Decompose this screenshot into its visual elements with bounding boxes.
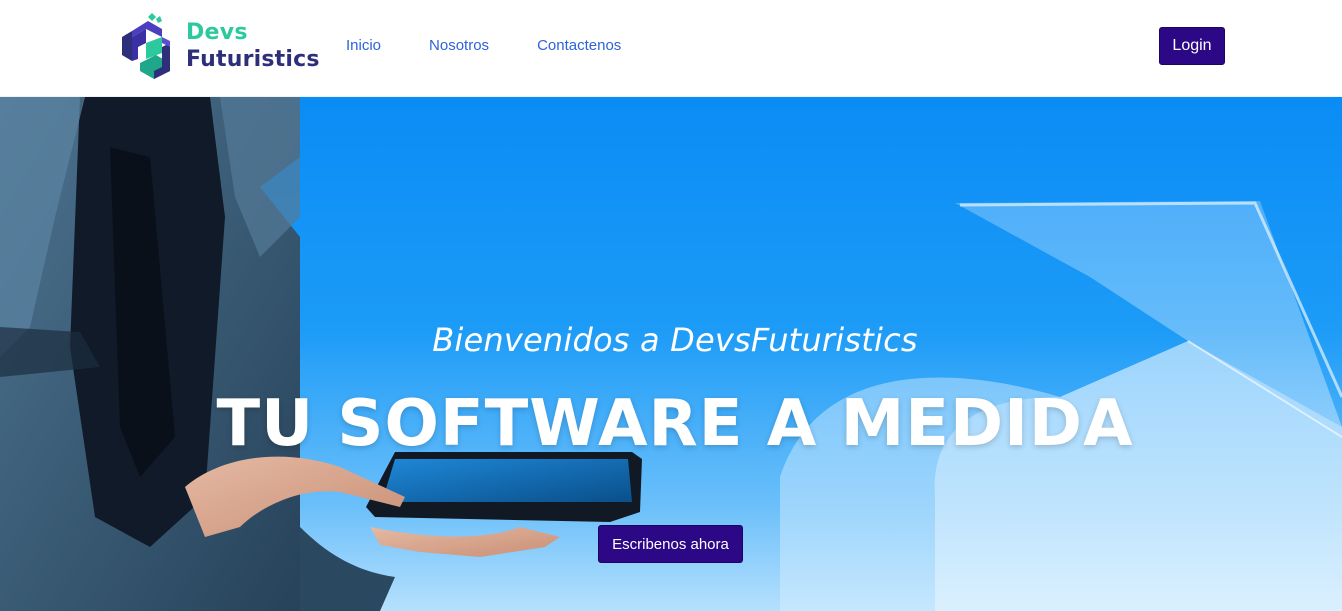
brand-logo[interactable]: Devs Futuristics xyxy=(122,13,322,81)
contact-cta-button[interactable]: Escribenos ahora xyxy=(598,525,743,563)
login-button[interactable]: Login xyxy=(1159,27,1225,65)
hero-title: TU SOFTWARE A MEDIDA xyxy=(216,387,1134,461)
brand-text: Devs Futuristics xyxy=(186,22,320,71)
nav-link-contactenos[interactable]: Contactenos xyxy=(537,37,621,54)
nav-link-nosotros[interactable]: Nosotros xyxy=(429,37,489,54)
devs-futuristics-logo-icon xyxy=(122,13,170,79)
brand-name-line2: Futuristics xyxy=(186,47,320,72)
main-nav: Inicio Nosotros Contactenos xyxy=(346,37,621,54)
nav-link-inicio[interactable]: Inicio xyxy=(346,37,381,54)
navbar: Devs Futuristics Inicio Nosotros Contact… xyxy=(0,0,1342,97)
hero-banner: Bienvenidos a DevsFuturistics TU SOFTWAR… xyxy=(0,97,1342,611)
brand-name-line1: Devs xyxy=(186,20,248,45)
hero-subtitle: Bienvenidos a DevsFuturistics xyxy=(432,321,918,359)
